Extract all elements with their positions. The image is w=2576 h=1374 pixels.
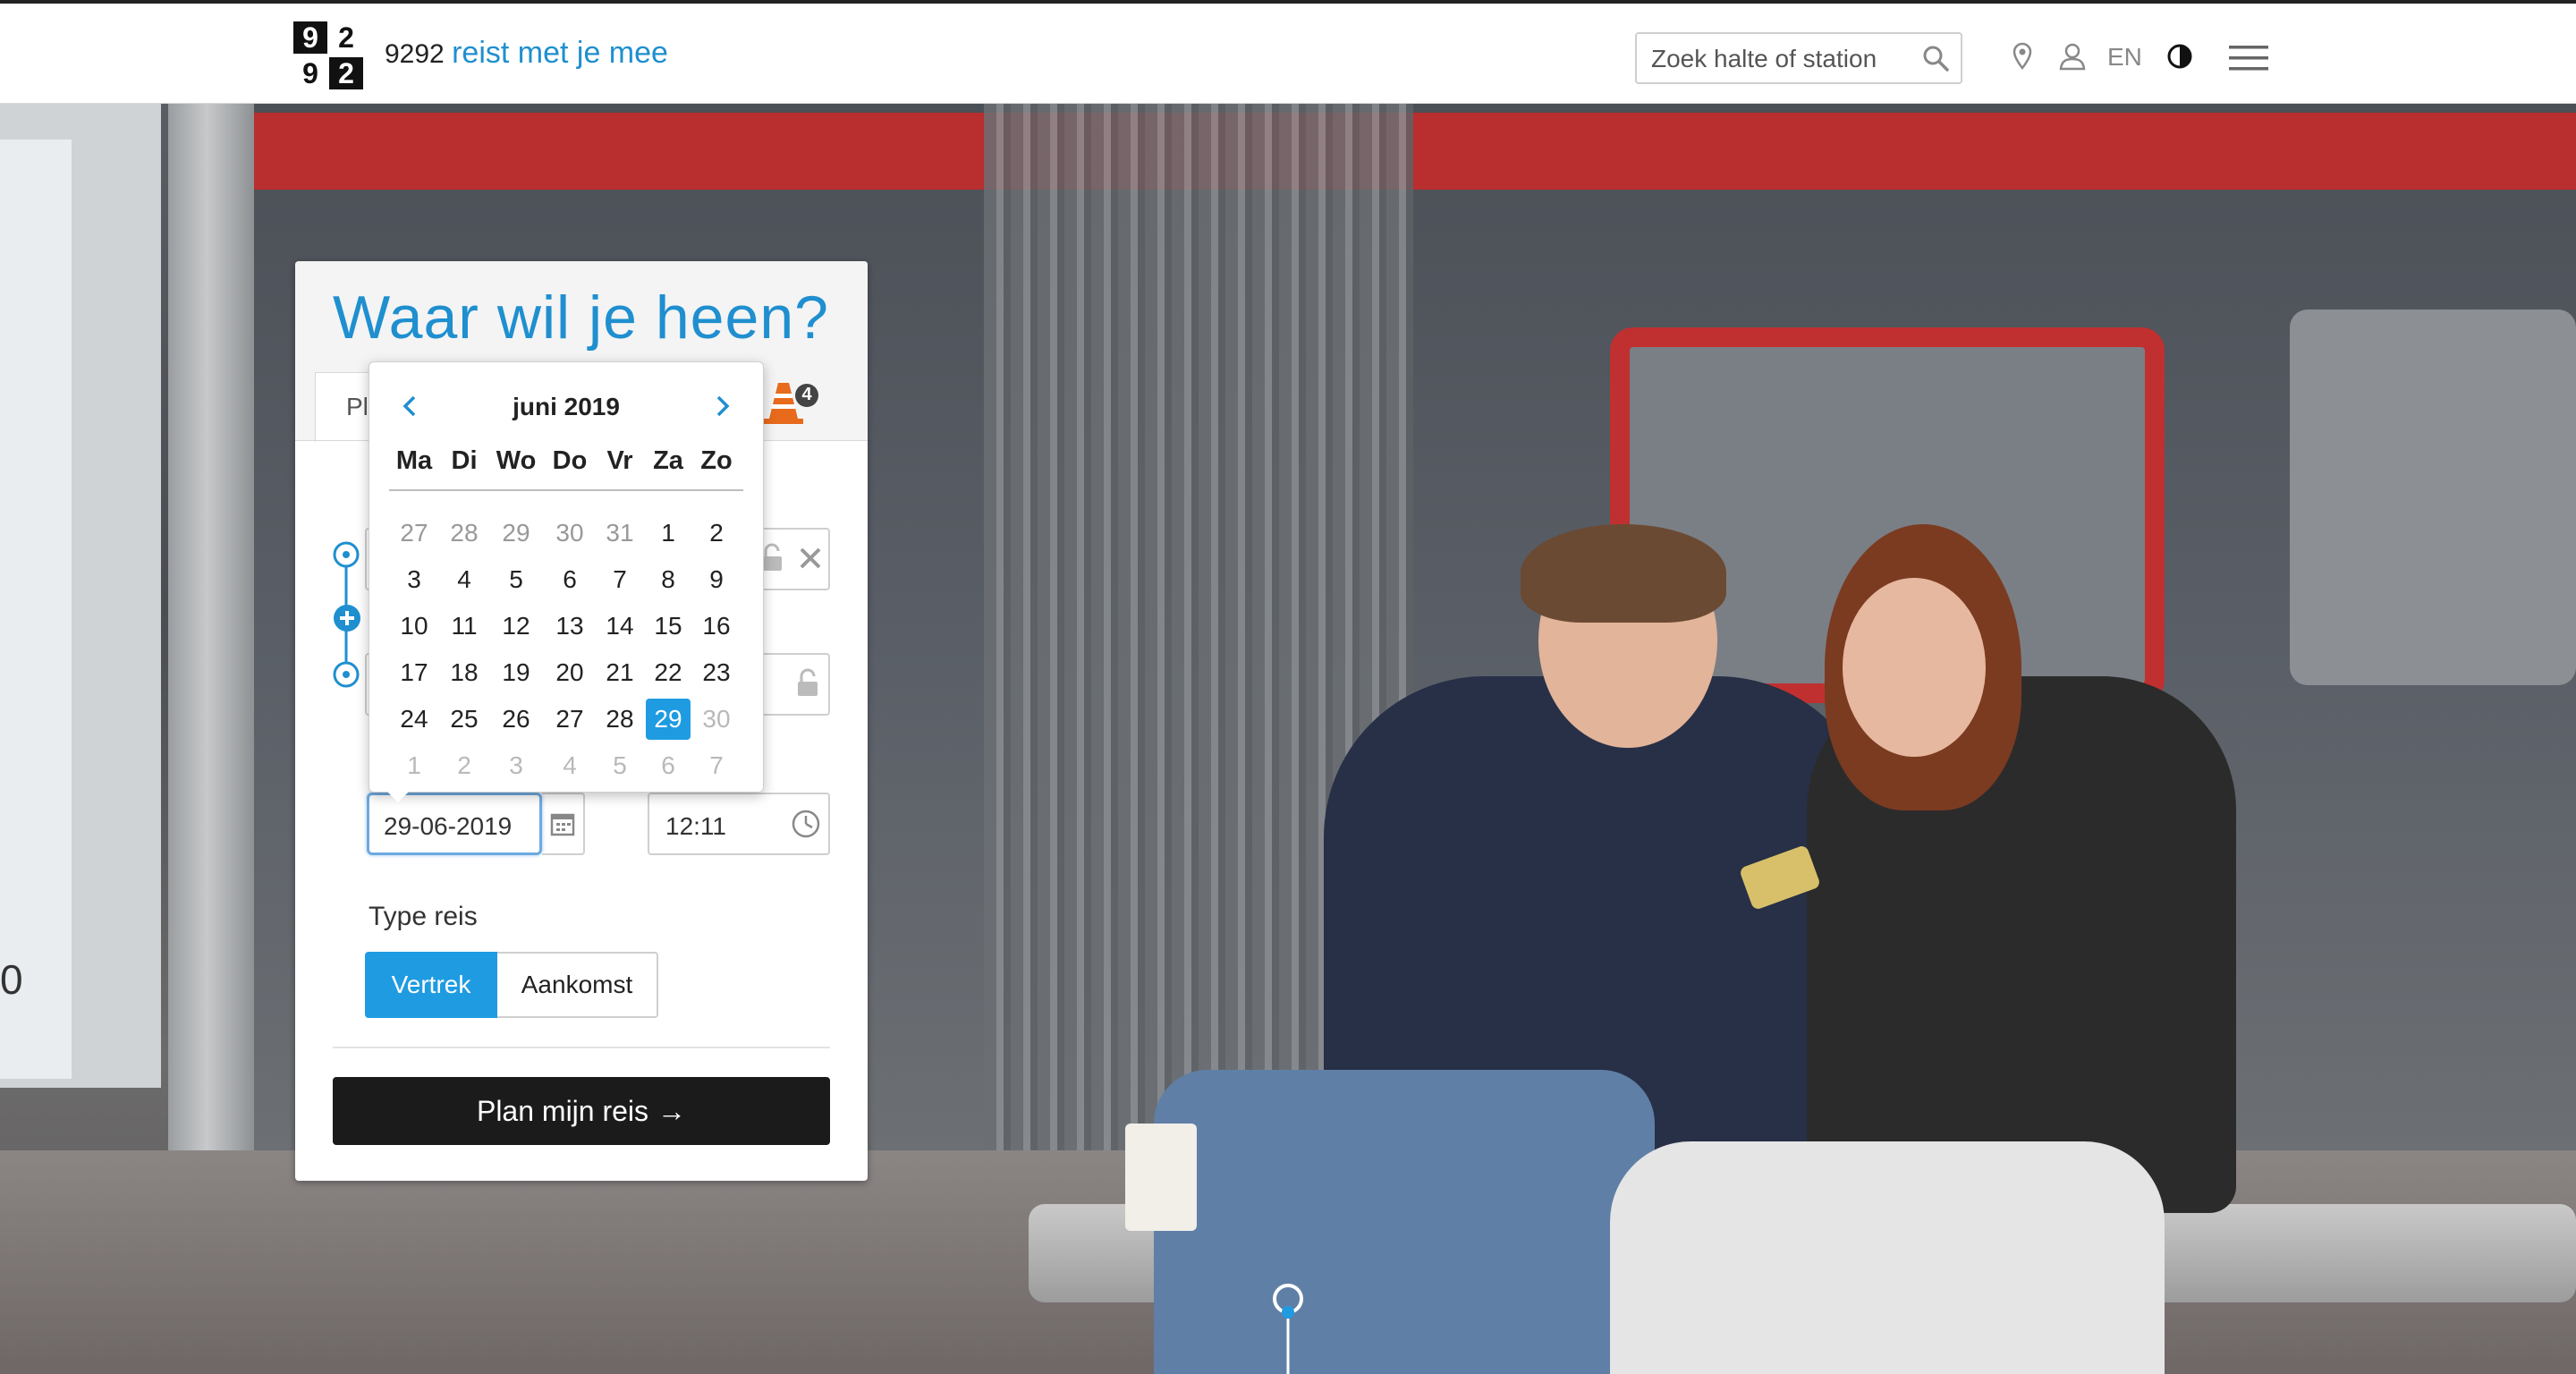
datepicker-day[interactable]: 20 [547,652,592,693]
brand-name: 9292 [385,39,445,69]
account-icon[interactable] [2057,41,2088,72]
datepicker-day[interactable]: 29 [494,513,538,554]
search-icon[interactable] [1921,44,1950,72]
datepicker-month[interactable]: juni 2019 [369,393,763,421]
scroll-indicator[interactable] [1268,1279,1308,1374]
trip-type-label: Type reis [369,902,478,931]
arrow-right-icon: → [657,1094,687,1127]
datepicker-day: 3 [509,751,523,779]
logo-digit: 9 [293,57,327,89]
brand-text: 9292 reist met je mee [385,36,668,71]
datepicker-day[interactable]: 28 [597,699,642,740]
weekday-label: Zo [700,446,733,475]
datepicker-day: 1 [407,751,421,779]
language-switch[interactable]: EN [2107,43,2142,72]
lock-icon[interactable] [792,667,825,700]
calendar-button[interactable] [542,793,585,855]
hero-person-man-hair [1521,524,1726,623]
datepicker-day[interactable]: 14 [597,606,642,647]
datepicker-day[interactable]: 23 [694,652,739,693]
datepicker-day[interactable]: 7 [597,559,642,600]
trip-type-arrival-button[interactable]: Aankomst [497,952,658,1018]
card-divider [333,1047,830,1048]
clock-icon[interactable] [791,809,821,839]
datepicker-day: 2 [457,751,471,779]
hero-poster-inner [0,140,72,1079]
trip-type-departure-button[interactable]: Vertrek [365,952,497,1018]
brand-tagline: reist met je mee [452,36,668,70]
datepicker-day-selected[interactable]: 29 [646,699,691,740]
datepicker-day[interactable]: 4 [442,559,487,600]
logo[interactable]: 9 2 9 2 [293,21,367,91]
datepicker-day: 7 [709,751,724,779]
datepicker-day[interactable]: 27 [547,699,592,740]
datepicker-day[interactable]: 18 [442,652,487,693]
logo-digit: 2 [329,21,363,54]
plan-journey-button[interactable]: Plan mijn reis → [333,1077,830,1145]
datepicker-day[interactable]: 1 [646,513,691,554]
datepicker-day[interactable]: 15 [646,606,691,647]
datepicker-day[interactable]: 21 [597,652,642,693]
weekday-label: Za [653,446,683,475]
datepicker-day[interactable]: 24 [392,699,436,740]
hero-poster-text: 0 [0,956,23,1003]
add-via-icon[interactable] [333,604,361,632]
datepicker-day[interactable]: 30 [547,513,592,554]
datepicker-day[interactable]: 9 [694,559,739,600]
calendar-icon [550,813,575,836]
datepicker-day[interactable]: 31 [597,513,642,554]
datepicker-day: 30 [702,705,731,733]
datepicker-day[interactable]: 8 [646,559,691,600]
datepicker-day[interactable]: 26 [494,699,538,740]
search-input[interactable] [1649,34,1921,84]
hamburger-menu-icon[interactable] [2227,43,2270,73]
datepicker-day: 5 [613,751,627,779]
datepicker-day[interactable]: 6 [547,559,592,600]
contrast-icon[interactable] [2165,41,2195,72]
disruptions-count-badge: 4 [801,385,812,404]
weekday-label: Vr [606,446,633,475]
datepicker-day[interactable]: 5 [494,559,538,600]
clear-icon[interactable] [794,542,826,574]
location-pin-icon[interactable] [2007,41,2038,72]
planner-title: Waar wil je heen? [333,284,829,352]
journey-planner-card: Waar wil je heen? Pl 4 c 29-06- [295,261,868,1181]
hero-person-woman-head [1843,578,1986,757]
weekday-label: Do [552,446,588,475]
hero-coffee-cup [1125,1124,1197,1231]
datepicker-day[interactable]: 19 [494,652,538,693]
stop-search [1635,32,1962,84]
datepicker-day: 4 [563,751,577,779]
chevron-right-icon[interactable] [709,393,736,420]
datepicker-day[interactable]: 16 [694,606,739,647]
datepicker-day: 6 [661,751,675,779]
plan-button-label: Plan mijn reis [476,1094,649,1127]
hero-tram-window [2290,310,2576,685]
logo-digit: 2 [329,57,363,89]
datepicker-day[interactable]: 27 [392,513,436,554]
datepicker-popup: juni 2019 Ma Di Wo Do Vr Za Zo 27 28 29 30 31 1 2 3 4 5… [369,361,764,802]
datepicker-day[interactable]: 12 [494,606,538,647]
hero-person-man-jeans [1154,1070,1655,1374]
site-header: 9 2 9 2 9292 reist met je mee EN [0,0,2576,104]
datepicker-day[interactable]: 22 [646,652,691,693]
hero-person-woman-jeans [1610,1141,2165,1374]
weekday-label: Wo [496,446,537,475]
hero-tram-stripe [254,113,2576,190]
logo-digit: 9 [293,21,327,54]
datepicker-day[interactable]: 28 [442,513,487,554]
datepicker-day[interactable]: 10 [392,606,436,647]
datepicker-day[interactable]: 2 [694,513,739,554]
datepicker-day[interactable]: 25 [442,699,487,740]
datepicker-day[interactable]: 3 [392,559,436,600]
datepicker-day[interactable]: 11 [442,606,487,647]
weekday-label: Di [451,446,478,475]
datepicker-day[interactable]: 13 [547,606,592,647]
weekday-divider [389,489,743,491]
datepicker-day[interactable]: 17 [392,652,436,693]
weekday-label: Ma [395,446,433,475]
